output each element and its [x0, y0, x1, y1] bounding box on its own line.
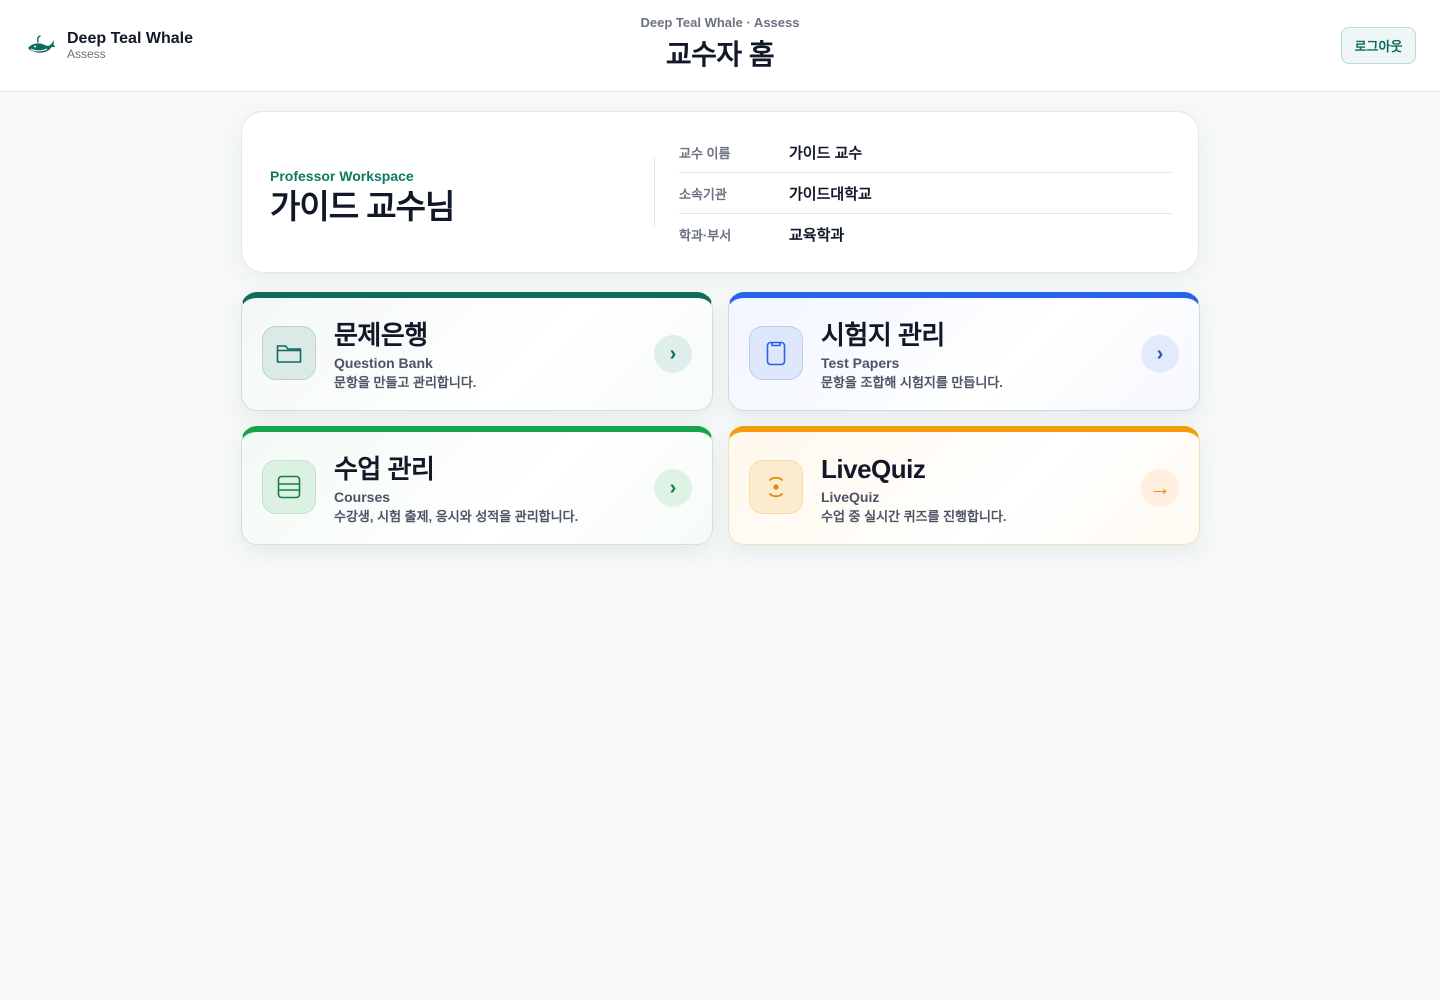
list-icon	[262, 460, 316, 514]
tile-title: LiveQuiz	[821, 454, 926, 484]
tile-title: 수업 관리	[334, 454, 435, 484]
tile-subtitle: Courses	[334, 489, 391, 505]
tile-description: 수업 중 실시간 퀴즈를 진행합니다.	[821, 509, 1007, 524]
info-row-institution: 소속기관 가이드대학교	[679, 173, 1172, 214]
tile-description: 문항을 조합해 시험지를 만듭니다.	[821, 375, 1003, 390]
tile-description: 문항을 만들고 관리합니다.	[334, 375, 477, 390]
chevron-right-icon[interactable]: ›	[654, 335, 692, 373]
tile-title: 시험지 관리	[821, 320, 945, 350]
professor-greeting: 가이드 교수님	[270, 188, 455, 225]
logout-button[interactable]: 로그아웃	[1341, 27, 1416, 64]
tile-description: 수강생, 시험 출제, 응시와 성적을 관리합니다.	[334, 509, 579, 524]
info-value: 교육학과	[789, 227, 845, 244]
profile-info-table: 교수 이름 가이드 교수 소속기관 가이드대학교 학과·부서 교육학과	[679, 132, 1172, 255]
chevron-right-icon[interactable]: ›	[654, 469, 692, 507]
workspace-label: Professor Workspace	[270, 168, 414, 184]
info-value: 가이드 교수	[789, 144, 863, 162]
profile-summary: Professor Workspace 가이드 교수님	[270, 168, 455, 226]
courses-tile[interactable]: 수업 관리 Courses 수강생, 시험 출제, 응시와 성적을 관리합니다.…	[241, 426, 713, 545]
question-bank-tile[interactable]: 문제은행 Question Bank 문항을 만들고 관리합니다. ›	[241, 292, 713, 411]
info-label: 교수 이름	[679, 145, 731, 161]
top-bar: Deep Teal Whale Assess Deep Teal Whale ·…	[0, 0, 1440, 92]
header-center: Deep Teal Whale · Assess 교수자 홈	[0, 15, 1440, 71]
info-row-name: 교수 이름 가이드 교수	[679, 132, 1172, 173]
tile-subtitle: LiveQuiz	[821, 489, 880, 505]
broadcast-icon	[749, 460, 803, 514]
info-row-department: 학과·부서 교육학과	[679, 214, 1172, 255]
info-label: 소속기관	[679, 186, 727, 202]
profile-divider	[654, 158, 655, 226]
breadcrumb: Deep Teal Whale · Assess	[640, 15, 800, 30]
profile-card: Professor Workspace 가이드 교수님 교수 이름 가이드 교수…	[241, 111, 1199, 273]
info-value: 가이드대학교	[789, 185, 872, 203]
livequiz-tile[interactable]: LiveQuiz LiveQuiz 수업 중 실시간 퀴즈를 진행합니다. →	[728, 426, 1200, 545]
page-title: 교수자 홈	[665, 39, 775, 70]
test-papers-tile[interactable]: 시험지 관리 Test Papers 문항을 조합해 시험지를 만듭니다. ›	[728, 292, 1200, 411]
tile-subtitle: Test Papers	[821, 355, 900, 371]
arrow-right-icon[interactable]: →	[1141, 469, 1179, 507]
tile-title: 문제은행	[334, 320, 428, 350]
tile-subtitle: Question Bank	[334, 355, 433, 371]
clipboard-icon	[749, 326, 803, 380]
chevron-right-icon[interactable]: ›	[1141, 335, 1179, 373]
info-label: 학과·부서	[679, 228, 732, 243]
folder-icon	[262, 326, 316, 380]
